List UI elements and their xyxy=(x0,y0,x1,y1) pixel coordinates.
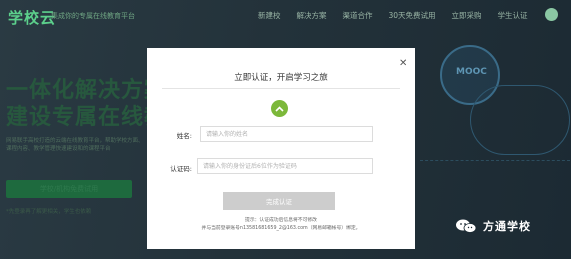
modal-divider xyxy=(162,88,400,89)
name-input[interactable] xyxy=(200,126,373,142)
hero-description: 网易联手高校打造的云端在线教育平台，帮助学校方面、课程内容、教学管理快速建设和的… xyxy=(6,138,144,152)
nav-item-purchase[interactable]: 立即采购 xyxy=(452,10,482,21)
nav-item-student-auth[interactable]: 学生认证 xyxy=(498,10,528,21)
watermark-text: 方通学校 xyxy=(483,220,531,233)
hero-footnote: *先登录再了解更相关，学生也依赖 xyxy=(6,209,92,215)
top-nav: 学校云 集成你的专属在线教育平台 新建校 解决方案 渠道合作 30天免费试用 立… xyxy=(0,0,571,30)
mooc-label: MOOC xyxy=(456,67,487,77)
site-slogan: 集成你的专属在线教育平台 xyxy=(51,12,135,20)
nav-item-solutions[interactable]: 解决方案 xyxy=(297,10,327,21)
nav-menu: 新建校 解决方案 渠道合作 30天免费试用 立即采购 学生认证 xyxy=(258,10,544,21)
nav-item-trial[interactable]: 30天免费试用 xyxy=(389,10,436,21)
modal-title: 立即认证，开启学习之旅 xyxy=(234,73,328,83)
wechat-icon xyxy=(456,219,477,233)
chevron-up-icon xyxy=(271,100,288,117)
decor-line xyxy=(420,160,570,220)
tip-line2: 并与当前登录账号n13581681659_2@163.com（网易邮箱帐号）绑定… xyxy=(201,226,361,231)
hero-title-line2: 建设专属在线教 xyxy=(6,105,168,130)
free-trial-button[interactable]: 学校/机构免费试用 xyxy=(6,180,132,198)
cloud-decoration xyxy=(470,85,570,155)
site-logo[interactable]: 学校云 xyxy=(8,7,56,28)
tip-line1: 提示：认证成功后信息将不可修改 xyxy=(245,218,317,223)
close-icon[interactable]: ✕ xyxy=(399,59,407,69)
watermark: 方通学校 xyxy=(455,218,531,234)
verification-code-input[interactable] xyxy=(197,158,373,174)
user-avatar[interactable] xyxy=(545,8,558,21)
nav-item-new[interactable]: 新建校 xyxy=(258,10,281,21)
nav-item-partners[interactable]: 渠道合作 xyxy=(343,10,373,21)
verification-modal: 立即认证，开启学习之旅 ✕ 姓名: 认证码: 完成认证 提示：认证成功后信息将不… xyxy=(147,48,415,249)
name-label: 姓名: xyxy=(176,132,192,140)
complete-verification-button[interactable]: 完成认证 xyxy=(223,192,335,210)
verification-code-label: 认证码: xyxy=(170,165,192,173)
